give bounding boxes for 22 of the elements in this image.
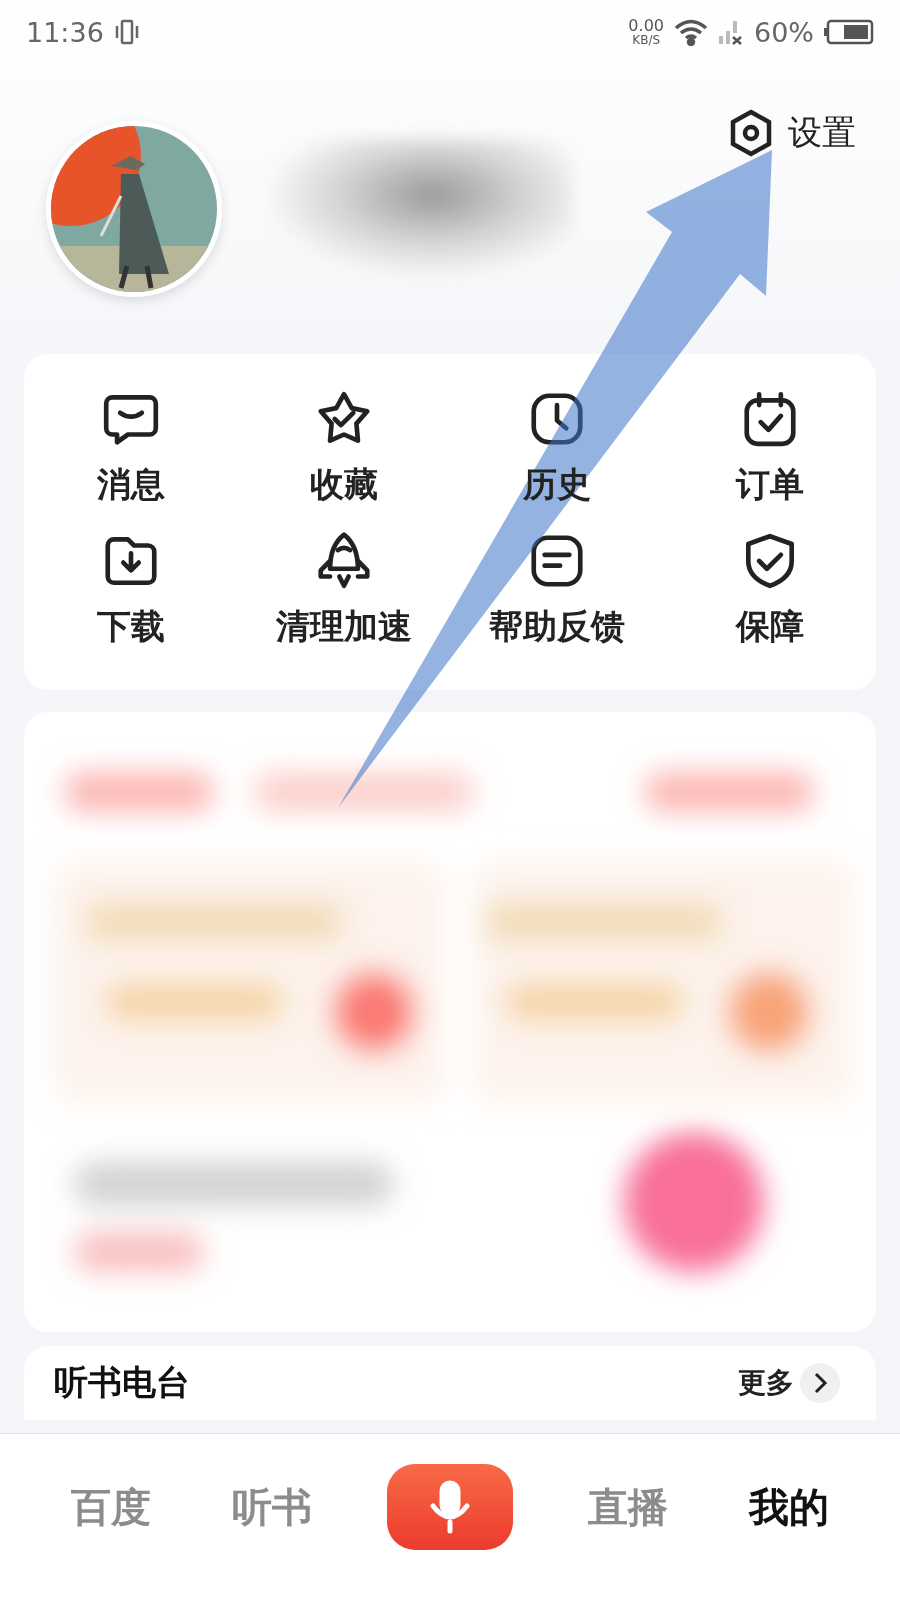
- settings-button[interactable]: 设置: [722, 104, 860, 162]
- signal-icon: [718, 19, 744, 45]
- shortcut-item[interactable]: 清理加速: [237, 530, 450, 650]
- shortcut-item[interactable]: 消息: [24, 388, 237, 508]
- section-title: 听书电台: [54, 1361, 190, 1404]
- network-speed-unit: KB/S: [632, 34, 661, 46]
- nav-tab[interactable]: 我的: [743, 1473, 836, 1541]
- voice-button[interactable]: [386, 1464, 513, 1550]
- shortcut-item[interactable]: 订单: [663, 388, 876, 508]
- shortcut-item[interactable]: 帮助反馈: [450, 530, 663, 650]
- battery-icon: [824, 19, 874, 45]
- battery-percent: 60%: [754, 16, 814, 48]
- more-link[interactable]: 更多: [732, 1362, 846, 1404]
- shortcut-item[interactable]: 收藏: [237, 388, 450, 508]
- microphone-icon: [427, 1480, 472, 1534]
- network-speed: 0.00: [628, 18, 664, 34]
- status-time: 11:36: [26, 16, 104, 48]
- shortcut-item[interactable]: 下载: [24, 530, 237, 650]
- shortcut-item[interactable]: 保障: [663, 530, 876, 650]
- vibrate-icon: [113, 18, 140, 46]
- chevron-icon: [800, 1363, 840, 1403]
- wifi-icon: [674, 18, 708, 46]
